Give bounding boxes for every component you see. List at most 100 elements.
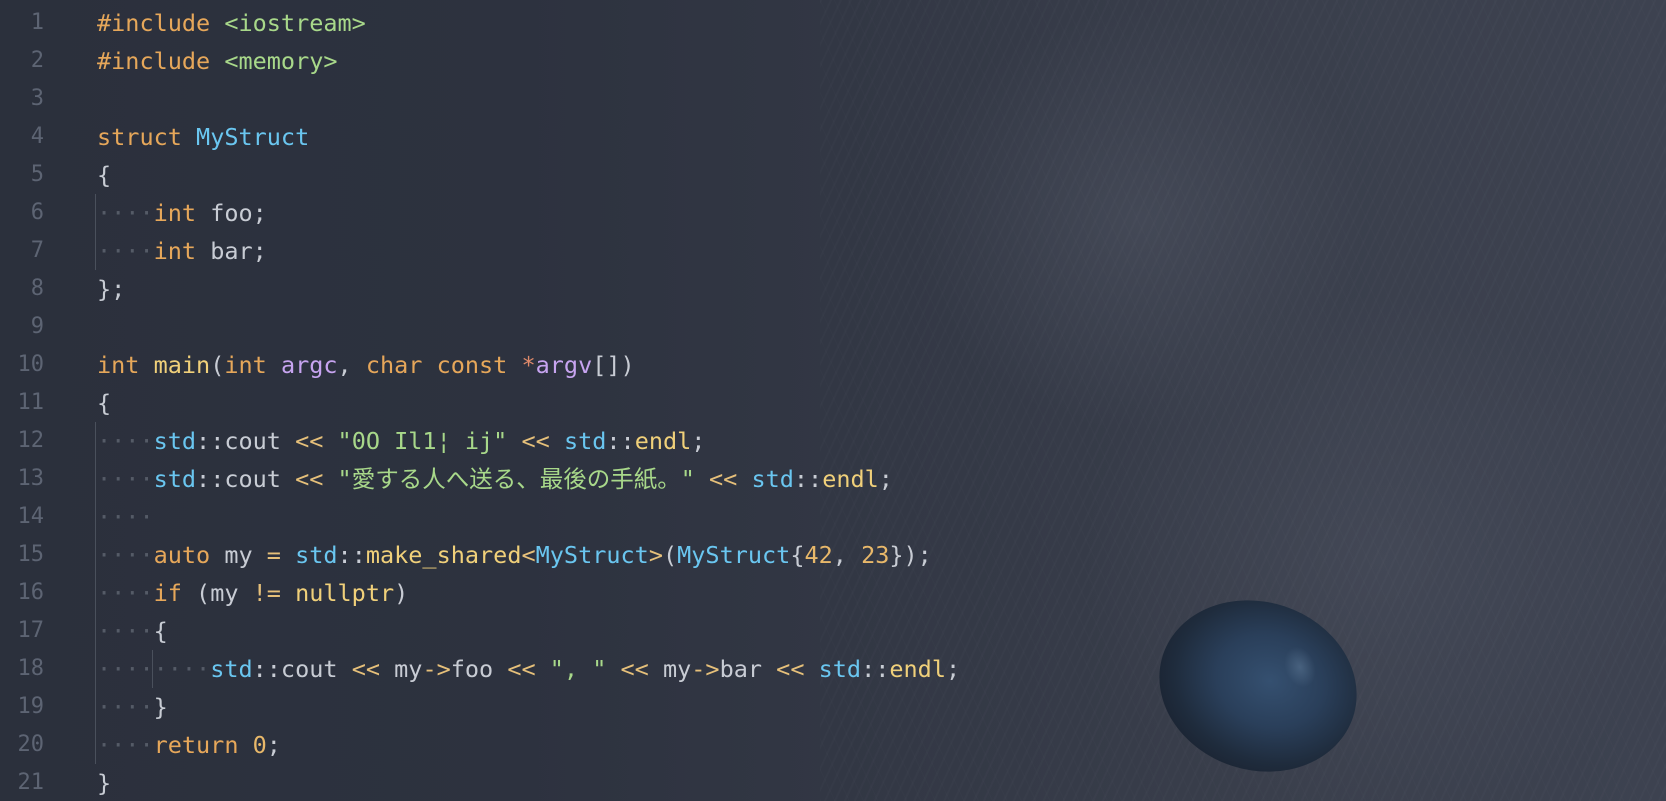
line-content: int main(int argc, char const *argv[]) bbox=[97, 346, 635, 384]
code-token: { bbox=[790, 541, 805, 569]
indent-guide bbox=[95, 194, 96, 232]
code-line[interactable]: 3 bbox=[0, 80, 1000, 118]
code-line[interactable]: 13 ····std::cout << "愛する人へ送る、最後の手紙。" << s… bbox=[0, 460, 1000, 498]
code-line[interactable]: 16 ····if (my != nullptr) bbox=[0, 574, 1000, 612]
code-token: <iostream> bbox=[224, 9, 366, 37]
code-token: -> bbox=[422, 655, 451, 683]
line-content: ···· bbox=[97, 498, 154, 536]
line-content: ····{ bbox=[97, 612, 168, 650]
code-token: << bbox=[709, 465, 752, 493]
line-number: 14 bbox=[17, 504, 45, 529]
code-line[interactable]: 12 ····std::cout << "0O Il1¦ ij" << std::… bbox=[0, 422, 1000, 460]
line-content: ····return 0; bbox=[97, 726, 281, 764]
line-number: 10 bbox=[17, 352, 45, 377]
code-editor[interactable]: 1 #include <iostream> 2 #include <memory> 3 4… bbox=[0, 0, 1666, 801]
code-token: ::cout bbox=[252, 655, 352, 683]
code-line[interactable]: 1 #include <iostream> bbox=[0, 4, 1000, 42]
code-token: << bbox=[295, 465, 338, 493]
code-token: << bbox=[620, 655, 663, 683]
code-line[interactable]: 8}; bbox=[0, 270, 1000, 308]
code-token: std bbox=[295, 541, 338, 569]
code-token: main bbox=[153, 351, 211, 379]
code-token: ", " bbox=[549, 655, 607, 683]
code-line[interactable]: 21} bbox=[0, 764, 1000, 801]
code-token: return bbox=[153, 731, 253, 759]
whitespace-marker: ···· bbox=[97, 541, 154, 569]
code-token: = bbox=[266, 541, 296, 569]
code-token: ( bbox=[662, 541, 678, 569]
code-token: MyStruct bbox=[535, 541, 649, 569]
code-line[interactable]: 14 ···· bbox=[0, 498, 1000, 536]
code-token: , bbox=[337, 351, 366, 379]
line-number: 17 bbox=[17, 618, 45, 643]
code-line[interactable]: 18 ········std::cout << my->foo << ", " <… bbox=[0, 650, 1000, 688]
code-token: ::cout bbox=[196, 427, 296, 455]
code-line[interactable]: 7 ····int bar; bbox=[0, 232, 1000, 270]
code-token: char const bbox=[365, 351, 522, 379]
code-line[interactable]: 15 ····auto my = std::make_shared<MyStruc… bbox=[0, 536, 1000, 574]
code-token: my bbox=[662, 655, 692, 683]
code-token: endl bbox=[822, 465, 879, 493]
code-line[interactable]: 9 bbox=[0, 308, 1000, 346]
code-token: { bbox=[97, 389, 112, 417]
code-token: std bbox=[153, 427, 197, 455]
indent-guide bbox=[95, 460, 96, 498]
whitespace-marker: ···· bbox=[97, 693, 154, 721]
whitespace-marker: ···· bbox=[153, 655, 211, 683]
line-number: 1 bbox=[30, 10, 44, 35]
code-token: << bbox=[295, 427, 338, 455]
code-token: }; bbox=[97, 275, 126, 303]
line-content: struct MyStruct bbox=[97, 118, 309, 156]
indent-guide bbox=[95, 688, 96, 726]
whitespace-marker: ···· bbox=[97, 427, 154, 455]
code-token: int bbox=[224, 351, 281, 379]
code-token: :: bbox=[337, 541, 366, 569]
indent-guide bbox=[95, 726, 96, 764]
code-line[interactable]: 6 ····int foo; bbox=[0, 194, 1000, 232]
code-token: (my bbox=[196, 579, 253, 607]
code-line[interactable]: 20 ····return 0; bbox=[0, 726, 1000, 764]
code-token: { bbox=[153, 617, 168, 645]
code-token: std bbox=[818, 655, 862, 683]
code-token: :: bbox=[606, 427, 635, 455]
code-token: 23 bbox=[861, 541, 890, 569]
code-token: #include bbox=[97, 9, 225, 37]
code-line[interactable]: 17 ····{ bbox=[0, 612, 1000, 650]
line-number: 13 bbox=[17, 466, 45, 491]
code-line[interactable]: 2 #include <memory> bbox=[0, 42, 1000, 80]
code-line[interactable]: 10 int main(int argc, char const *argv[]) bbox=[0, 346, 1000, 384]
code-token: << bbox=[776, 655, 819, 683]
line-content: #include <memory> bbox=[97, 42, 338, 80]
code-area[interactable]: 1 #include <iostream> 2 #include <memory> 3 4… bbox=[0, 4, 1000, 801]
code-token: make_shared bbox=[365, 541, 522, 569]
whitespace-marker: ···· bbox=[97, 237, 154, 265]
code-line[interactable]: 19 ····} bbox=[0, 688, 1000, 726]
code-line[interactable]: 11 { bbox=[0, 384, 1000, 422]
code-token: << bbox=[521, 427, 564, 455]
code-token: nullptr bbox=[295, 579, 395, 607]
line-number: 9 bbox=[30, 314, 44, 339]
code-token: foo; bbox=[210, 199, 267, 227]
line-number: 5 bbox=[30, 162, 44, 187]
code-token: struct bbox=[97, 123, 197, 151]
code-line[interactable]: 5{ bbox=[0, 156, 1000, 194]
code-token: endl bbox=[634, 427, 692, 455]
line-number: 11 bbox=[17, 390, 45, 415]
code-token: << bbox=[351, 655, 395, 683]
code-token: bar; bbox=[210, 237, 267, 265]
code-token: ( bbox=[210, 351, 225, 379]
indent-guide bbox=[95, 422, 96, 460]
code-token: foo bbox=[450, 655, 508, 683]
line-content: { bbox=[97, 156, 111, 194]
code-token: { bbox=[97, 161, 112, 189]
code-token: 0 bbox=[252, 731, 267, 759]
line-content: ····if (my != nullptr) bbox=[97, 574, 408, 612]
code-token: ; bbox=[945, 655, 961, 683]
whitespace-marker: ···· bbox=[97, 731, 154, 759]
line-content: ····auto my = std::make_shared<MyStruct>… bbox=[97, 536, 932, 574]
code-token: std bbox=[153, 465, 197, 493]
line-content: ····std::cout << "愛する人へ送る、最後の手紙。" << std… bbox=[97, 460, 893, 498]
code-token: int bbox=[97, 351, 154, 379]
code-line[interactable]: 4 struct MyStruct bbox=[0, 118, 1000, 156]
